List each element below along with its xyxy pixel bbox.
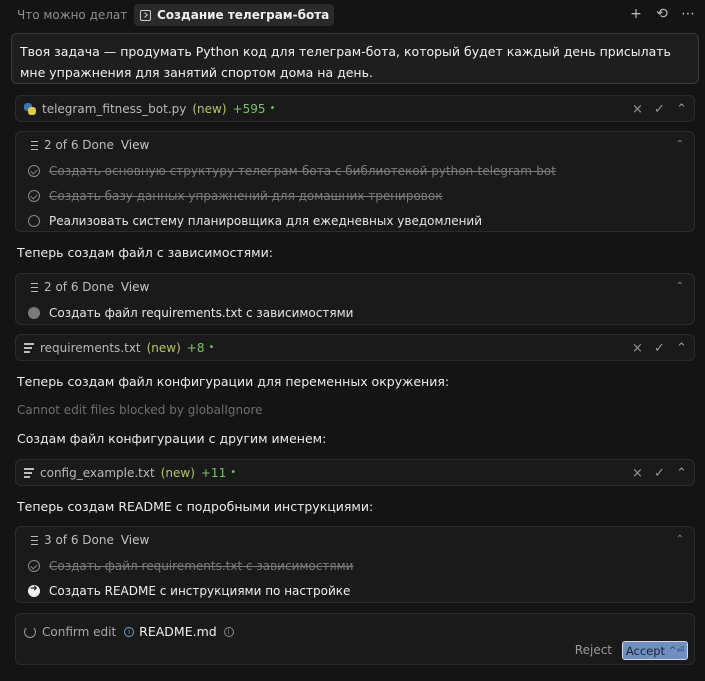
todo-view-link[interactable]: View [121,533,149,547]
file-status-dot: • [230,467,237,478]
history-icon[interactable]: ⟲ [655,6,669,22]
accept-button[interactable]: Accept ^⏎ [622,641,688,660]
todo-item: Создать базу данных упражнений для домаш… [16,183,694,208]
tab-actions: + ⟲ ⋯ [629,6,695,22]
todo-item-text: Создать базу данных упражнений для домаш… [49,188,443,203]
checklist-icon [28,282,38,292]
todo-view-link[interactable]: View [121,138,149,152]
file-status-dot: • [208,342,215,353]
text-file-icon [24,342,34,353]
todo-progress: 2 of 6 Done [44,138,114,152]
file-new-tag: (new) [192,101,227,116]
tab-bar: Что можно делать Создание телеграм-бота … [0,0,705,30]
assistant-message: Теперь создам README с подробными инстру… [17,499,374,514]
user-prompt-text: Твоя задача — продумать Python код для т… [20,44,671,80]
assistant-message: Теперь создам файл конфигурации для пере… [17,374,450,389]
file-row[interactable]: telegram_fitness_bot.py (new) +595 • × ✓… [15,95,695,122]
file-name[interactable]: telegram_fitness_bot.py [42,102,186,116]
expand-icon[interactable]: ⌃ [676,102,687,117]
chevron-updown-icon[interactable]: ⌃ [676,281,684,292]
check-icon[interactable]: ✓ [654,102,665,117]
file-new-tag: (new) [146,340,181,355]
todo-item: Создать основную структуру телеграм-бота… [16,158,694,183]
file-new-tag: (new) [160,465,195,480]
todo-list: 3 of 6 Done View ⌃ Создать файл requirem… [15,526,695,603]
check-circle-icon [28,189,40,202]
todo-header[interactable]: 2 of 6 Done View ⌃ [16,132,694,158]
file-actions: × ✓ ⌃ [632,102,687,117]
confirm-file-name[interactable]: README.md [139,624,217,639]
check-circle-icon [28,164,40,177]
checklist-icon [28,140,38,150]
todo-header[interactable]: 2 of 6 Done View ⌃ [16,274,694,300]
check-circle-icon [28,559,40,572]
todo-item: Создать файл requirements.txt с зависимо… [16,553,694,578]
file-row[interactable]: config_example.txt (new) +11 • × ✓ ⌃ [15,459,695,486]
user-prompt: Твоя задача — продумать Python код для т… [11,33,699,84]
more-icon[interactable]: ⋯ [681,6,695,22]
circle-icon [28,214,40,227]
python-file-icon [24,102,36,115]
todo-item-text: Создать файл requirements.txt с зависимо… [49,558,354,573]
in-progress-icon [28,306,40,319]
plus-icon[interactable]: + [629,6,643,22]
todo-item-text: Создать основную структуру телеграм-бота… [49,163,556,178]
file-name[interactable]: config_example.txt [40,466,155,480]
accept-shortcut: ^⏎ [669,645,685,656]
confirm-edit-label: Confirm edit [42,624,117,639]
tab-telegram-bot[interactable]: Создание телеграм-бота для у [134,4,334,26]
error-message: Cannot edit files blocked by globalIgnor… [17,403,263,417]
file-added-lines: +595 [232,101,266,116]
accept-label: Accept [625,643,666,658]
file-row[interactable]: requirements.txt (new) +8 • × ✓ ⌃ [15,334,695,361]
info-icon: i [124,626,135,637]
chevron-updown-icon[interactable]: ⌃ [676,139,684,150]
todo-item-text: Реализовать систему планировщика для еже… [49,213,483,228]
confirm-edit-line: Confirm edit i README.md i [24,624,234,639]
assistant-message: Теперь создам файл с зависимостями: [17,245,273,260]
check-icon[interactable]: ✓ [654,341,665,356]
todo-progress: 3 of 6 Done [44,533,114,547]
close-icon[interactable]: × [632,466,643,481]
chevron-updown-icon[interactable]: ⌃ [676,534,684,545]
close-icon[interactable]: × [632,341,643,356]
arrow-circle-icon [28,584,40,597]
expand-icon[interactable]: ⌃ [676,466,687,481]
todo-header[interactable]: 3 of 6 Done View ⌃ [16,527,694,553]
todo-item: Создать README с инструкциями по настрой… [16,578,694,603]
file-added-lines: +11 [200,465,227,480]
todo-list: 2 of 6 Done View ⌃ Создать файл requirem… [15,273,695,325]
tab-what-can-do[interactable]: Что можно делать [0,8,128,22]
file-name[interactable]: requirements.txt [40,341,141,355]
assistant-message: Создам файл конфигурации с другим именем… [17,431,327,446]
todo-list: 2 of 6 Done View ⌃ Создать основную стру… [15,131,695,232]
todo-view-link[interactable]: View [121,280,149,294]
todo-item-text: Создать README с инструкциями по настрой… [49,583,351,598]
reject-button[interactable]: Reject [575,643,612,657]
todo-item: Реализовать систему планировщика для еже… [16,208,694,233]
todo-progress: 2 of 6 Done [44,280,114,294]
todo-item-text: Создать файл requirements.txt с зависимо… [49,305,354,320]
todo-item: Создать файл requirements.txt с зависимо… [16,300,694,325]
close-icon[interactable]: × [632,102,643,117]
check-icon[interactable]: ✓ [654,466,665,481]
spinner-icon [24,625,36,638]
file-status-dot: • [269,103,276,114]
file-added-lines: +8 [186,340,205,355]
tab-telegram-bot-label: Создание телеграм-бота для у [157,8,334,22]
file-actions: × ✓ ⌃ [632,466,687,481]
file-actions: × ✓ ⌃ [632,341,687,356]
terminal-icon [140,9,151,21]
expand-icon[interactable]: ⌃ [676,341,687,356]
confirm-edit-panel: Confirm edit i README.md i Reject Accept… [15,613,695,665]
checklist-icon [28,535,38,545]
info-circle-icon[interactable]: i [223,626,234,637]
text-file-icon [24,467,34,478]
